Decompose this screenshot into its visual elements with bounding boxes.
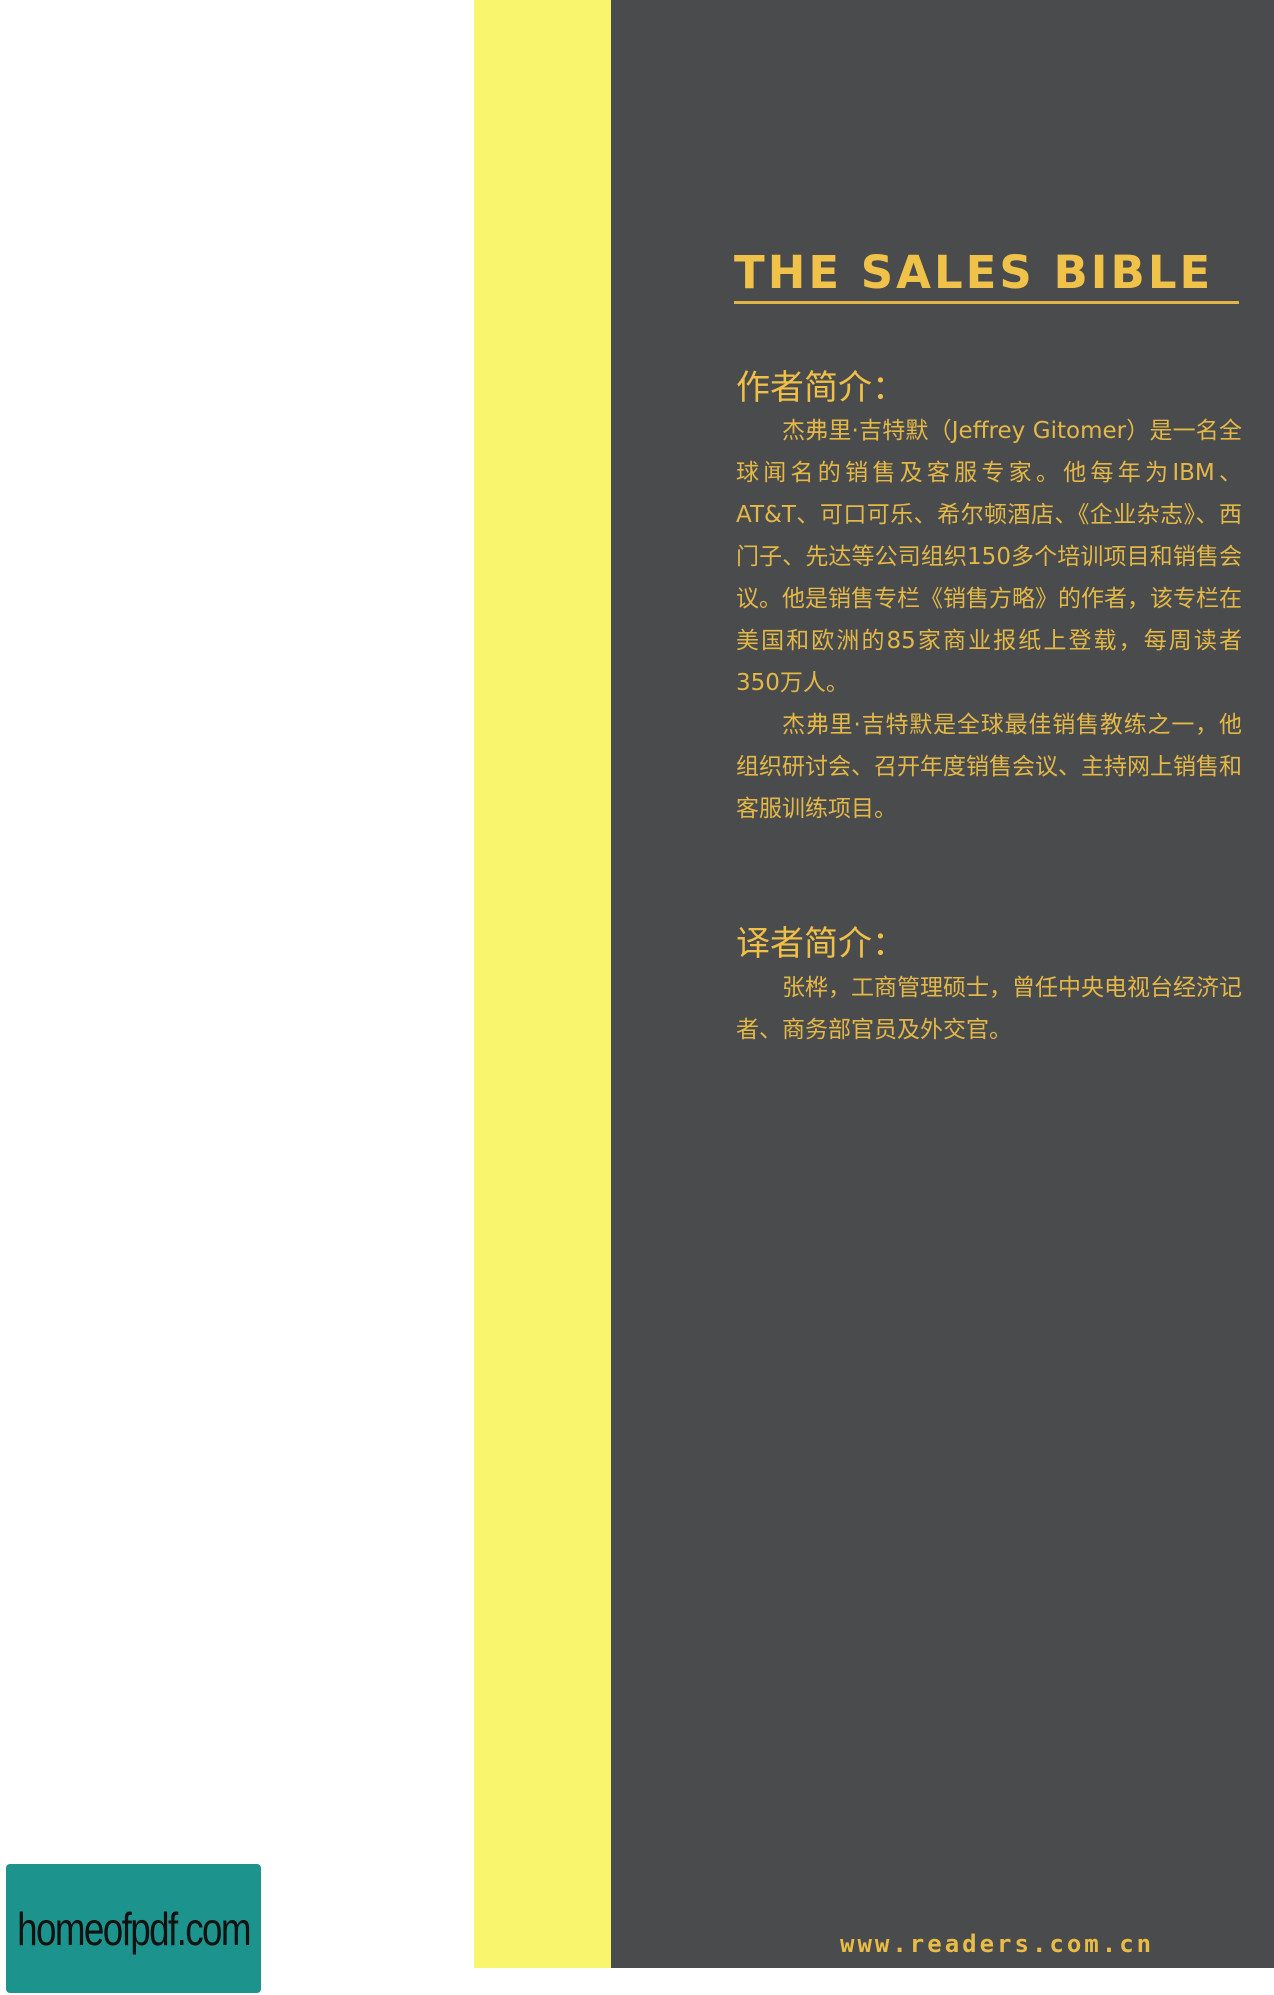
watermark-text: homeofpdf.com bbox=[17, 1902, 251, 1955]
translator-intro-heading: 译者简介： bbox=[736, 924, 906, 964]
watermark-badge: homeofpdf.com bbox=[6, 1864, 261, 1993]
title-underline bbox=[734, 301, 1239, 304]
author-bio-paragraph-1: 杰弗里·吉特默（Jeffrey Gitomer）是一名全球闻名的销售及客服专家。… bbox=[736, 418, 1242, 696]
publisher-website: www.readers.com.cn bbox=[840, 1930, 1155, 1958]
author-bio: 杰弗里·吉特默（Jeffrey Gitomer）是一名全球闻名的销售及客服专家。… bbox=[736, 410, 1242, 830]
author-intro-heading: 作者简介： bbox=[736, 368, 906, 408]
book-title: THE SALES BIBLE bbox=[734, 246, 1214, 299]
author-bio-paragraph-2: 杰弗里·吉特默是全球最佳销售教练之一，他组织研讨会、召开年度销售会议、主持网上销… bbox=[736, 712, 1242, 822]
translator-bio-paragraph-1: 张桦，工商管理硕士，曾任中央电视台经济记者、商务部官员及外交官。 bbox=[736, 975, 1242, 1043]
yellow-spine-strip bbox=[474, 0, 614, 1968]
translator-bio: 张桦，工商管理硕士，曾任中央电视台经济记者、商务部官员及外交官。 bbox=[736, 967, 1242, 1051]
